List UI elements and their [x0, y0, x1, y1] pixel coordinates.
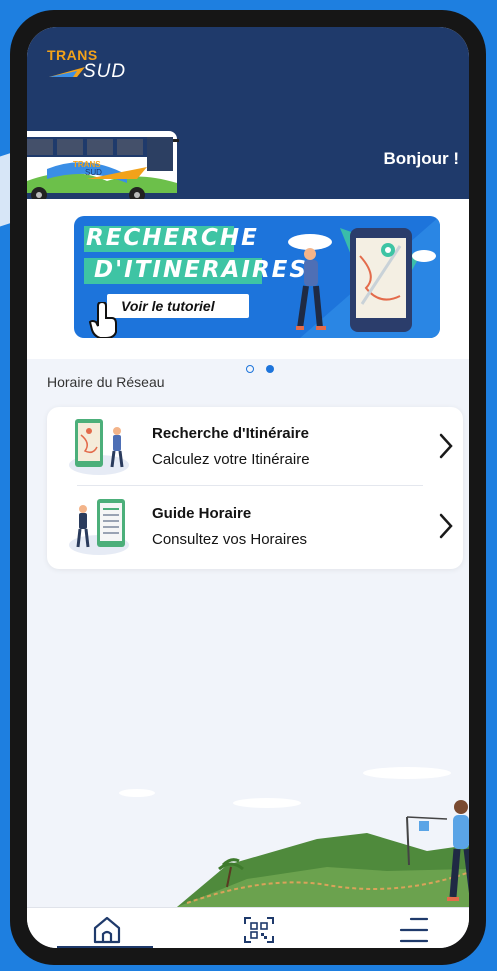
schedule-card: Recherche d'Itinéraire Calculez votre It…	[47, 407, 463, 569]
nav-scan-button[interactable]	[239, 914, 279, 946]
pointer-hand-icon	[88, 302, 117, 338]
item-subtitle: Calculez votre Itinéraire	[152, 451, 310, 468]
transsud-logo: TRANS SUD	[47, 47, 137, 87]
map-search-icon	[69, 419, 129, 475]
itinerary-search-item[interactable]: Recherche d'Itinéraire Calculez votre It…	[47, 407, 463, 485]
hiker-landscape-illustration	[119, 767, 469, 907]
card-divider	[77, 485, 423, 486]
menu-icon	[399, 917, 429, 943]
active-tab-indicator	[57, 946, 153, 948]
bottom-navigation	[27, 907, 469, 948]
carousel-pagination	[242, 360, 278, 378]
map-phone-illustration	[288, 216, 440, 338]
greeting-text: Bonjour !	[383, 149, 459, 168]
banner-carousel[interactable]: RECHERCHE D'ITINERAIRES Voir le tutoriel	[27, 199, 469, 373]
phone-frame: TRANS SUD TRANS SUD Bonjour ! RECHERCHE …	[10, 10, 486, 965]
timetable-icon	[69, 499, 129, 555]
section-title: Horaire du Réseau	[47, 374, 165, 390]
item-subtitle: Consultez vos Horaires	[152, 531, 308, 548]
logo-swoosh-icon	[49, 67, 85, 77]
banner-title-line1: RECHERCHE	[86, 225, 259, 251]
app-screen: TRANS SUD TRANS SUD Bonjour ! RECHERCHE …	[27, 27, 469, 948]
qr-scan-icon	[244, 917, 274, 943]
app-header: TRANS SUD TRANS SUD Bonjour !	[27, 27, 469, 203]
nav-home-button[interactable]	[87, 914, 127, 946]
timetable-guide-item[interactable]: Guide Horaire Consultez vos Horaires	[47, 487, 463, 565]
svg-text:SUD: SUD	[85, 168, 102, 177]
home-icon	[93, 916, 121, 944]
item-title: Recherche d'Itinéraire	[152, 425, 309, 442]
carousel-dot-active[interactable]	[266, 365, 275, 373]
carousel-dot[interactable]	[246, 365, 254, 373]
nav-menu-button[interactable]	[393, 914, 433, 946]
logo-sud-text: SUD	[83, 61, 127, 82]
tutorial-button[interactable]: Voir le tutoriel	[107, 294, 249, 318]
chevron-right-icon	[439, 433, 453, 459]
chevron-right-icon	[439, 513, 453, 539]
banner-slide[interactable]: RECHERCHE D'ITINERAIRES Voir le tutoriel	[74, 216, 440, 338]
item-title: Guide Horaire	[152, 505, 252, 522]
bus-illustration: TRANS SUD	[27, 131, 179, 203]
